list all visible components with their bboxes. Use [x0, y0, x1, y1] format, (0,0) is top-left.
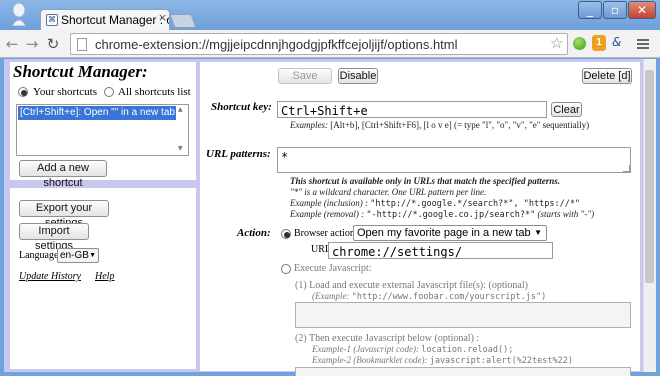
language-select[interactable]: en-GB ▼: [57, 248, 99, 263]
removal-code: "-http://*.google.co.jp/search?*": [366, 210, 536, 220]
url-patterns-label: URL patterns:: [206, 148, 271, 160]
extension-favicon-icon: ⌘: [46, 14, 58, 26]
address-bar[interactable]: chrome-extension://mgjjeipcdnnjhgodgjpfk…: [70, 33, 568, 55]
browser-action-radio[interactable]: [281, 229, 291, 239]
export-settings-button[interactable]: Export your settings: [19, 200, 109, 229]
shortcut-manager-extension-icon[interactable]: &: [612, 35, 628, 51]
back-arrow-icon[interactable]: ←: [4, 35, 20, 53]
tab-close-icon[interactable]: ×: [158, 12, 168, 24]
language-label: Language:: [19, 250, 62, 261]
minimize-button[interactable]: _: [578, 1, 602, 19]
sidebar-title: Shortcut Manager:: [13, 62, 148, 81]
update-history-link[interactable]: Update History: [19, 271, 81, 282]
url-input[interactable]: chrome://settings/: [328, 242, 553, 259]
example2-line: Example-2 (Bookmarklet code): javascript…: [312, 355, 573, 366]
removal-label: Example (removal) :: [290, 209, 365, 219]
url-patterns-textarea[interactable]: *: [277, 147, 631, 173]
import-settings-button[interactable]: Import settings: [19, 223, 89, 252]
tab-title: Shortcut Manager : option: [61, 13, 169, 27]
example1-code: location.reload();: [421, 345, 514, 355]
chevron-down-icon: ▼: [89, 252, 96, 259]
disable-button[interactable]: Disable: [338, 68, 378, 84]
shortcut-key-input[interactable]: Ctrl+Shift+e: [277, 101, 547, 118]
shortcut-key-label: Shortcut key:: [211, 101, 272, 113]
execute-js-label[interactable]: Execute Javascript:: [294, 263, 371, 274]
reload-icon[interactable]: ↻: [45, 35, 61, 53]
save-button[interactable]: Save: [278, 68, 332, 84]
list-scroll-up-icon[interactable]: ▲: [178, 106, 183, 113]
all-shortcuts-label[interactable]: All shortcuts list: [118, 86, 191, 98]
removal-suffix: (starts with "-"): [537, 209, 595, 219]
address-text: chrome-extension://mgjjeipcdnnjhgodgjpfk…: [95, 37, 458, 52]
examples-prefix: Examples:: [290, 120, 328, 130]
inclusion-label: Example (inclusion) :: [290, 198, 368, 208]
your-shortcuts-radio[interactable]: [18, 87, 28, 97]
profile-avatar-icon[interactable]: [10, 2, 28, 27]
help-link[interactable]: Help: [95, 271, 114, 282]
url-example-removal: Example (removal) : "-http://*.google.co…: [290, 209, 594, 220]
delete-button[interactable]: Delete [d]: [582, 68, 632, 84]
chevron-down-icon: ▼: [534, 228, 542, 237]
example2-label: Example-2 (Bookmarklet code):: [312, 355, 428, 365]
shortcut-key-examples: Examples: [Alt+b], [Ctrl+Shift+F6], [l o…: [290, 120, 589, 130]
browser-action-select[interactable]: Open my favorite page in a new tab ▼: [353, 225, 547, 241]
action-label: Action:: [237, 227, 271, 239]
step1-label: (1) Load and execute external Javascript…: [295, 280, 528, 291]
new-tab-button[interactable]: [169, 14, 197, 28]
browser-tab[interactable]: ⌘ Shortcut Manager : option: [40, 9, 170, 31]
browser-action-value: Open my favorite page in a new tab: [357, 227, 531, 239]
browser-action-label[interactable]: Browser action:: [294, 228, 358, 239]
step1-example-prefix: (Example:: [312, 291, 350, 301]
your-shortcuts-label[interactable]: Your shortcuts: [33, 86, 97, 98]
forward-arrow-icon[interactable]: →: [24, 35, 40, 53]
url-note-wildcard: "*" is a wildcard character. One URL pat…: [290, 187, 487, 197]
textarea-resize-handle[interactable]: [623, 165, 630, 172]
list-scroll-down-icon[interactable]: ▼: [178, 145, 183, 152]
chrome-menu-icon[interactable]: [636, 37, 650, 49]
inline-js-textarea[interactable]: [295, 367, 631, 376]
shortcut-list-item[interactable]: [Ctrl+Shift+e]: Open "" in a new tab: [17, 105, 177, 121]
inclusion-code: "http://*.google.*/search?*", "https://*…: [370, 199, 581, 209]
step1-example-code: "http://www.foobar.com/yourscript.js"): [351, 292, 547, 302]
page-icon: [77, 38, 87, 51]
extension-badge-icon[interactable]: 1: [592, 35, 606, 51]
close-window-button[interactable]: ✕: [628, 1, 656, 19]
step1-example: (Example: "http://www.foobar.com/yourscr…: [312, 291, 546, 302]
scrollbar-thumb[interactable]: [645, 70, 654, 283]
language-value: en-GB: [60, 250, 89, 261]
url-example-inclusion: Example (inclusion) : "http://*.google.*…: [290, 198, 580, 209]
external-js-textarea[interactable]: [295, 302, 631, 328]
execute-js-radio[interactable]: [281, 264, 291, 274]
all-shortcuts-radio[interactable]: [104, 87, 114, 97]
example2-code: javascript:alert(%22test%22): [429, 356, 573, 366]
example1-label: Example-1 (Javascript code):: [312, 344, 419, 354]
extension-green-icon[interactable]: [573, 37, 586, 50]
bookmark-star-icon[interactable]: ☆: [550, 34, 566, 52]
example1-line: Example-1 (Javascript code): location.re…: [312, 344, 513, 355]
examples-text: [Alt+b], [Ctrl+Shift+F6], [l o v e] (= t…: [330, 120, 590, 130]
maximize-button[interactable]: ▫: [603, 1, 627, 19]
clear-button[interactable]: Clear: [551, 102, 582, 117]
step2-label: (2) Then execute Javascript below (optio…: [295, 333, 480, 344]
add-shortcut-button[interactable]: Add a new shortcut: [19, 160, 107, 189]
url-note-availability: This shortcut is available only in URLs …: [290, 176, 561, 186]
